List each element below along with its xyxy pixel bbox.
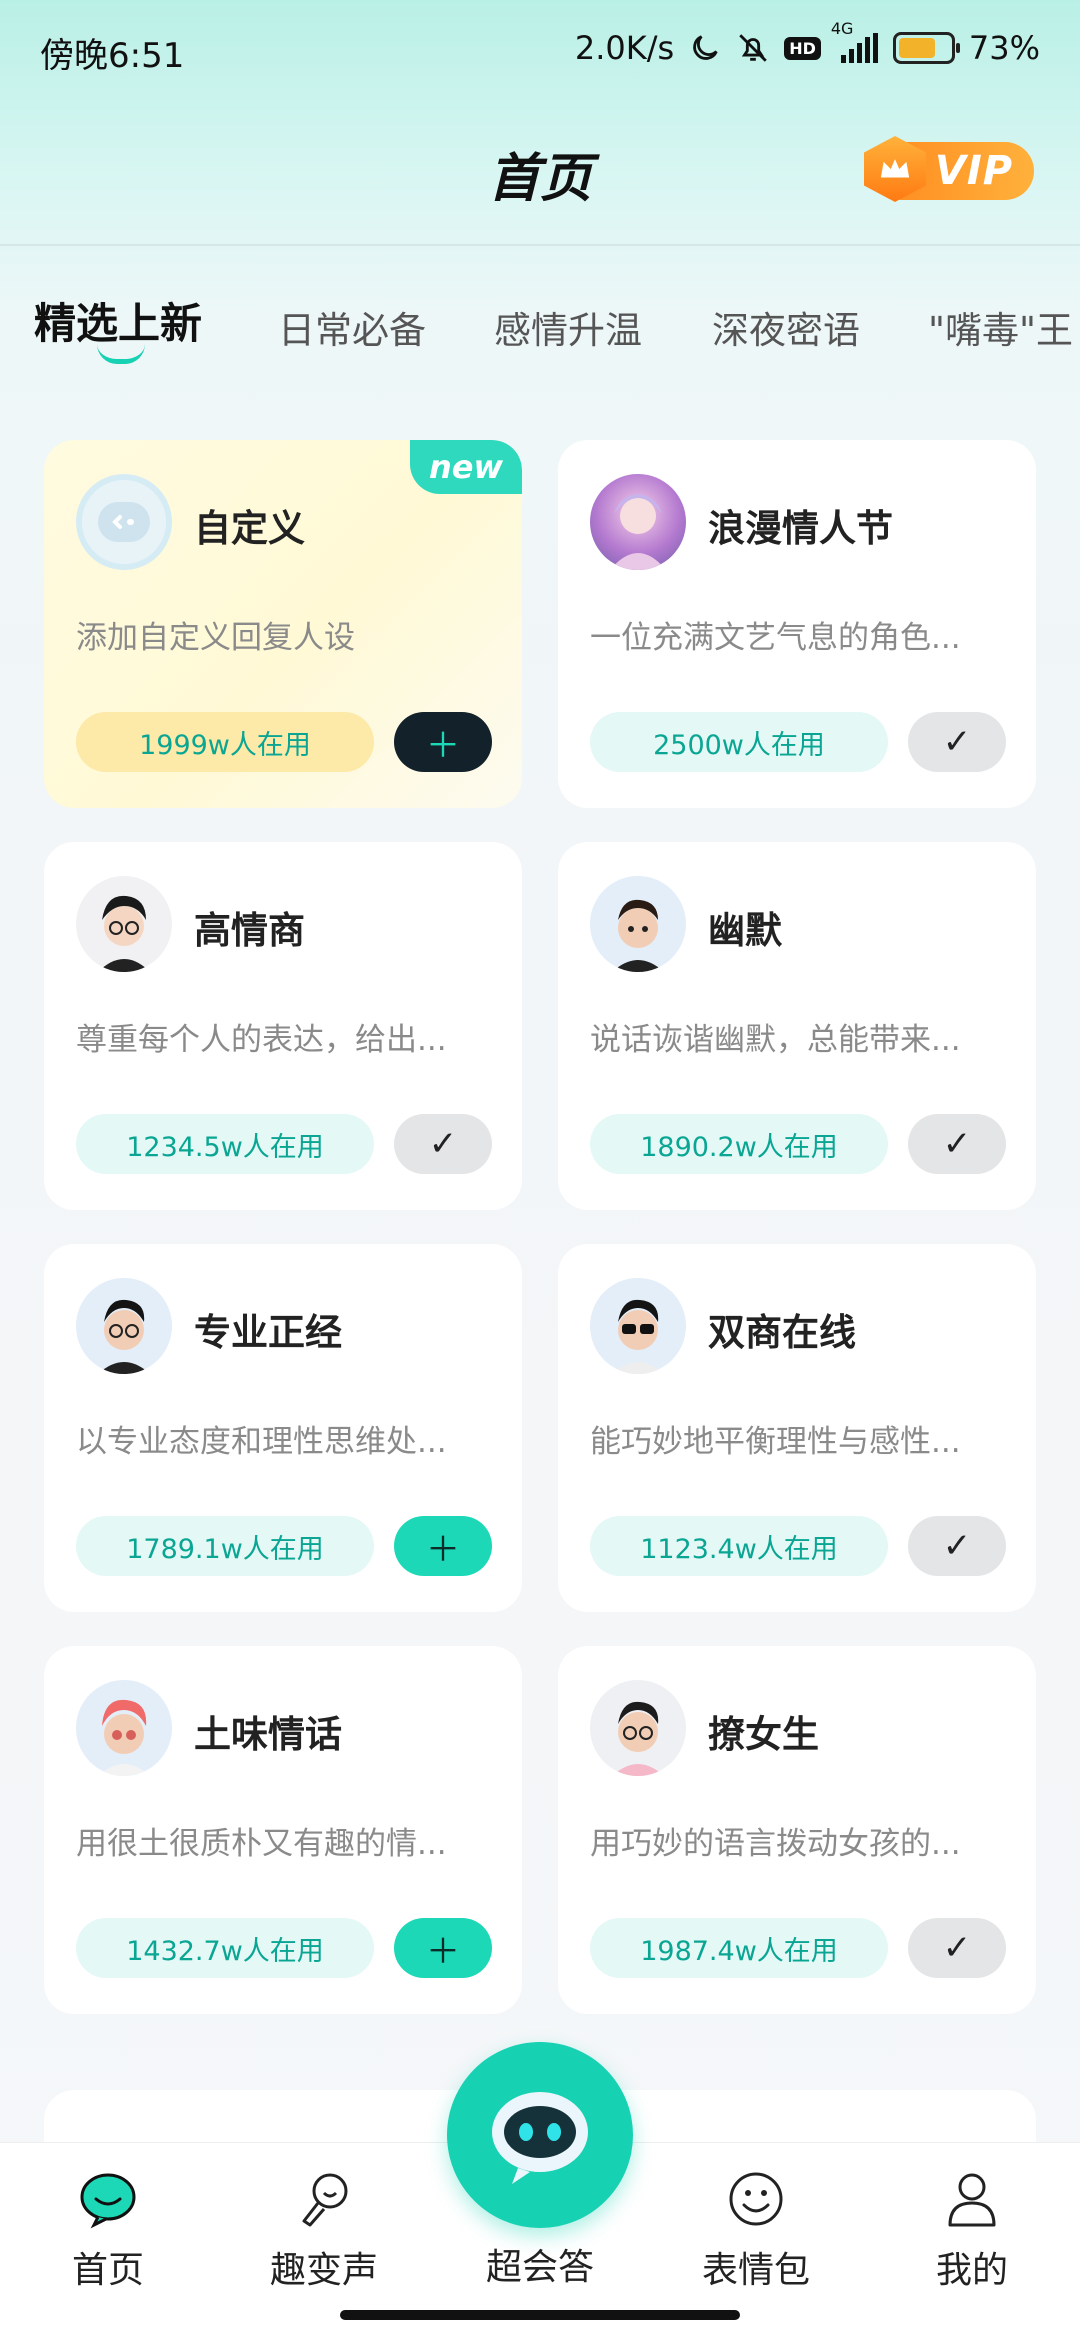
usage-count: 1123.4w人在用: [590, 1516, 888, 1576]
persona-card-high-eq[interactable]: 高情商 尊重每个人的表达，给出... 1234.5w人在用 ✓: [44, 842, 522, 1210]
usage-count: 1432.7w人在用: [76, 1918, 374, 1978]
usage-count: 1234.5w人在用: [76, 1114, 374, 1174]
add-button[interactable]: ＋: [394, 1918, 492, 1978]
robot-icon: [492, 2092, 588, 2184]
nav-mine-label: 我的: [935, 2250, 1008, 2291]
persona-card-cheesy-lines[interactable]: 土味情话 用很土很质朴又有趣的情... 1432.7w人在用 ＋: [44, 1646, 522, 2014]
tab-romance[interactable]: 感情升温: [494, 300, 642, 354]
card-description: 一位充满文艺气息的角色...: [590, 620, 961, 656]
tab-featured[interactable]: 精选上新: [34, 290, 202, 351]
persona-card-professional[interactable]: 专业正经 以专业态度和理性思维处... 1789.1w人在用 ＋: [44, 1244, 522, 1612]
tab-daily[interactable]: 日常必备: [278, 300, 426, 354]
tab-active-indicator: [97, 344, 145, 364]
card-title: 自定义: [194, 507, 305, 550]
smiley-icon: [729, 2172, 783, 2226]
check-icon: ✓: [942, 722, 972, 762]
usage-count: 2500w人在用: [590, 712, 888, 772]
plus-icon: ＋: [426, 725, 460, 766]
nav-stickers-label: 表情包: [701, 2250, 810, 2291]
persona-card-romantic[interactable]: 浪漫情人节 一位充满文艺气息的角色... 2500w人在用 ✓: [558, 440, 1036, 808]
header: 首页 VIP: [0, 96, 1080, 246]
avatar: [590, 1680, 686, 1776]
signal-icon: 4G: [831, 19, 879, 65]
added-button[interactable]: ✓: [908, 712, 1006, 772]
check-icon: ✓: [428, 1124, 458, 1164]
card-title: 撩女生: [708, 1713, 819, 1756]
add-button[interactable]: ＋: [394, 1516, 492, 1576]
battery-level: [898, 38, 936, 58]
card-description: 说话诙谐幽默，总能带来...: [590, 1022, 961, 1058]
card-title: 双商在线: [708, 1311, 856, 1354]
usage-count: 1789.1w人在用: [76, 1516, 374, 1576]
vip-label: VIP: [934, 148, 1014, 194]
super-answer-button[interactable]: [447, 2042, 633, 2228]
persona-card-humor[interactable]: 幽默 说话诙谐幽默，总能带来... 1890.2w人在用 ✓: [558, 842, 1036, 1210]
card-description: 尊重每个人的表达，给出...: [76, 1022, 447, 1058]
network-type: 4G: [830, 19, 854, 38]
persona-card-double-iq[interactable]: 双商在线 能巧妙地平衡理性与感性... 1123.4w人在用 ✓: [558, 1244, 1036, 1612]
added-button[interactable]: ✓: [908, 1918, 1006, 1978]
user-icon: [948, 2173, 996, 2227]
card-description: 用很土很质朴又有趣的情...: [76, 1826, 447, 1862]
moon-icon: [688, 31, 722, 65]
card-title: 高情商: [194, 909, 305, 952]
card-title: 幽默: [708, 909, 782, 952]
home-indicator[interactable]: [340, 2310, 740, 2320]
check-icon: ✓: [942, 1124, 972, 1164]
nav-center-label: 超会答: [485, 2247, 594, 2288]
hd-icon: HD: [784, 36, 821, 60]
battery-percent: 73%: [968, 29, 1040, 67]
usage-count: 1987.4w人在用: [590, 1918, 888, 1978]
plus-icon: ＋: [426, 1529, 460, 1570]
avatar: [76, 1278, 172, 1374]
card-description: 以专业态度和理性思维处...: [76, 1424, 447, 1460]
avatar: [590, 1278, 686, 1374]
nav-stickers[interactable]: 表情包: [676, 2167, 836, 2293]
card-title: 浪漫情人节: [708, 507, 893, 550]
nav-home[interactable]: 首页: [28, 2167, 188, 2293]
nav-mine[interactable]: 我的: [892, 2167, 1052, 2293]
microphone-icon: [302, 2173, 348, 2227]
battery-icon: [892, 32, 960, 64]
usage-count: 1890.2w人在用: [590, 1114, 888, 1174]
vip-button[interactable]: VIP: [864, 136, 1034, 202]
card-description: 用巧妙的语言拨动女孩的...: [590, 1826, 961, 1862]
bell-muted-icon: [736, 31, 770, 65]
card-description: 添加自定义回复人设: [76, 620, 355, 656]
avatar: [76, 876, 172, 972]
check-icon: ✓: [942, 1526, 972, 1566]
custom-avatar-icon: [76, 474, 172, 570]
added-button[interactable]: ✓: [908, 1516, 1006, 1576]
add-button[interactable]: ＋: [394, 712, 492, 772]
card-description: 能巧妙地平衡理性与感性...: [590, 1424, 961, 1460]
check-icon: ✓: [942, 1928, 972, 1968]
status-bar: 傍晚6:51 2.0K/s HD 4G 73%: [0, 0, 1080, 96]
added-button[interactable]: ✓: [394, 1114, 492, 1174]
nav-voice-label: 趣变声: [269, 2250, 378, 2291]
usage-count: 1999w人在用: [76, 712, 374, 772]
tab-sharp-tongue[interactable]: "嘴毒"王: [928, 300, 1073, 354]
plus-icon: ＋: [426, 1931, 460, 1972]
card-title: 专业正经: [194, 1311, 342, 1354]
persona-card-custom[interactable]: new 自定义 添加自定义回复人设 1999w人在用 ＋: [44, 440, 522, 808]
tab-late-night[interactable]: 深夜密语: [712, 300, 860, 354]
added-button[interactable]: ✓: [908, 1114, 1006, 1174]
status-time: 傍晚6:51: [40, 36, 185, 76]
avatar: [590, 876, 686, 972]
nav-voice-changer[interactable]: 趣变声: [244, 2167, 404, 2293]
avatar: [76, 1680, 172, 1776]
nav-home-label: 首页: [71, 2250, 144, 2291]
card-title: 土味情话: [194, 1713, 342, 1756]
new-badge: new: [410, 440, 522, 494]
avatar: [590, 474, 686, 570]
network-speed: 2.0K/s: [574, 29, 675, 67]
status-icons: 2.0K/s HD 4G 73%: [574, 19, 1040, 72]
category-tabs: 精选上新 日常必备 感情升温 深夜密语 "嘴毒"王: [0, 290, 1080, 370]
persona-card-flirt[interactable]: 撩女生 用巧妙的语言拨动女孩的... 1987.4w人在用 ✓: [558, 1646, 1036, 2014]
home-chat-icon: [80, 2173, 136, 2229]
